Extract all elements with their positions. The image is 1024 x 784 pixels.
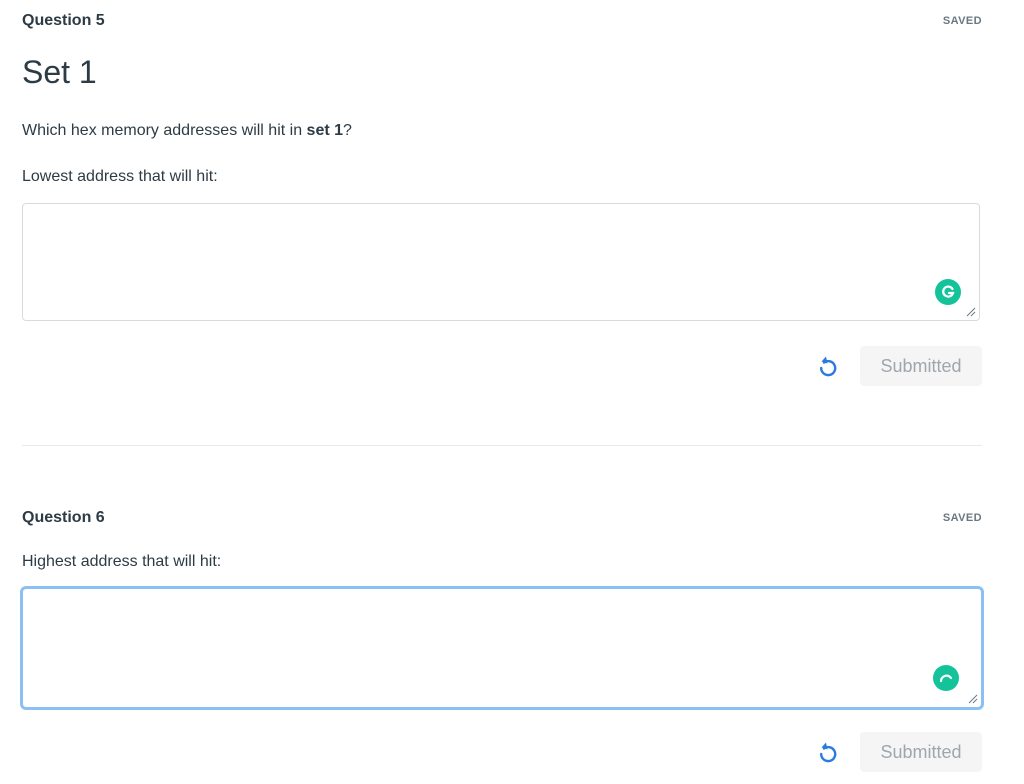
set-title: Set 1 (22, 54, 97, 90)
section-divider (22, 445, 982, 446)
question-5-prompt: Which hex memory addresses will hit in s… (22, 122, 352, 140)
question-5-title: Question 5 (22, 12, 105, 29)
undo-icon[interactable] (816, 354, 840, 378)
question-5-header: Question 5 SAVED (22, 12, 982, 30)
question-6-header: Question 6 SAVED (22, 509, 982, 527)
question-6-answer-field[interactable] (20, 586, 984, 710)
grammarly-icon[interactable] (935, 279, 961, 305)
question-6-saved-status: SAVED (942, 512, 982, 524)
question-5-saved-status: SAVED (942, 15, 982, 27)
question-6-actions: Submitted (816, 732, 982, 772)
question-6-submitted-button[interactable]: Submitted (860, 732, 982, 772)
undo-icon[interactable] (816, 740, 840, 764)
grammarly-loading-icon[interactable] (933, 665, 959, 691)
question-5-field-label: Lowest address that will hit: (22, 168, 218, 185)
question-5-submitted-button[interactable]: Submitted (860, 346, 982, 386)
prompt-text-before: Which hex memory addresses will hit in (22, 122, 307, 139)
resize-grip-icon[interactable] (968, 694, 978, 704)
prompt-text-after: ? (343, 122, 352, 139)
question-5-actions: Submitted (816, 346, 982, 386)
question-6-field-label: Highest address that will hit: (22, 553, 222, 570)
resize-grip-icon[interactable] (966, 307, 976, 317)
question-5-answer-field[interactable] (22, 203, 980, 321)
question-6-title: Question 6 (22, 509, 105, 526)
prompt-text-bold: set 1 (306, 122, 344, 139)
